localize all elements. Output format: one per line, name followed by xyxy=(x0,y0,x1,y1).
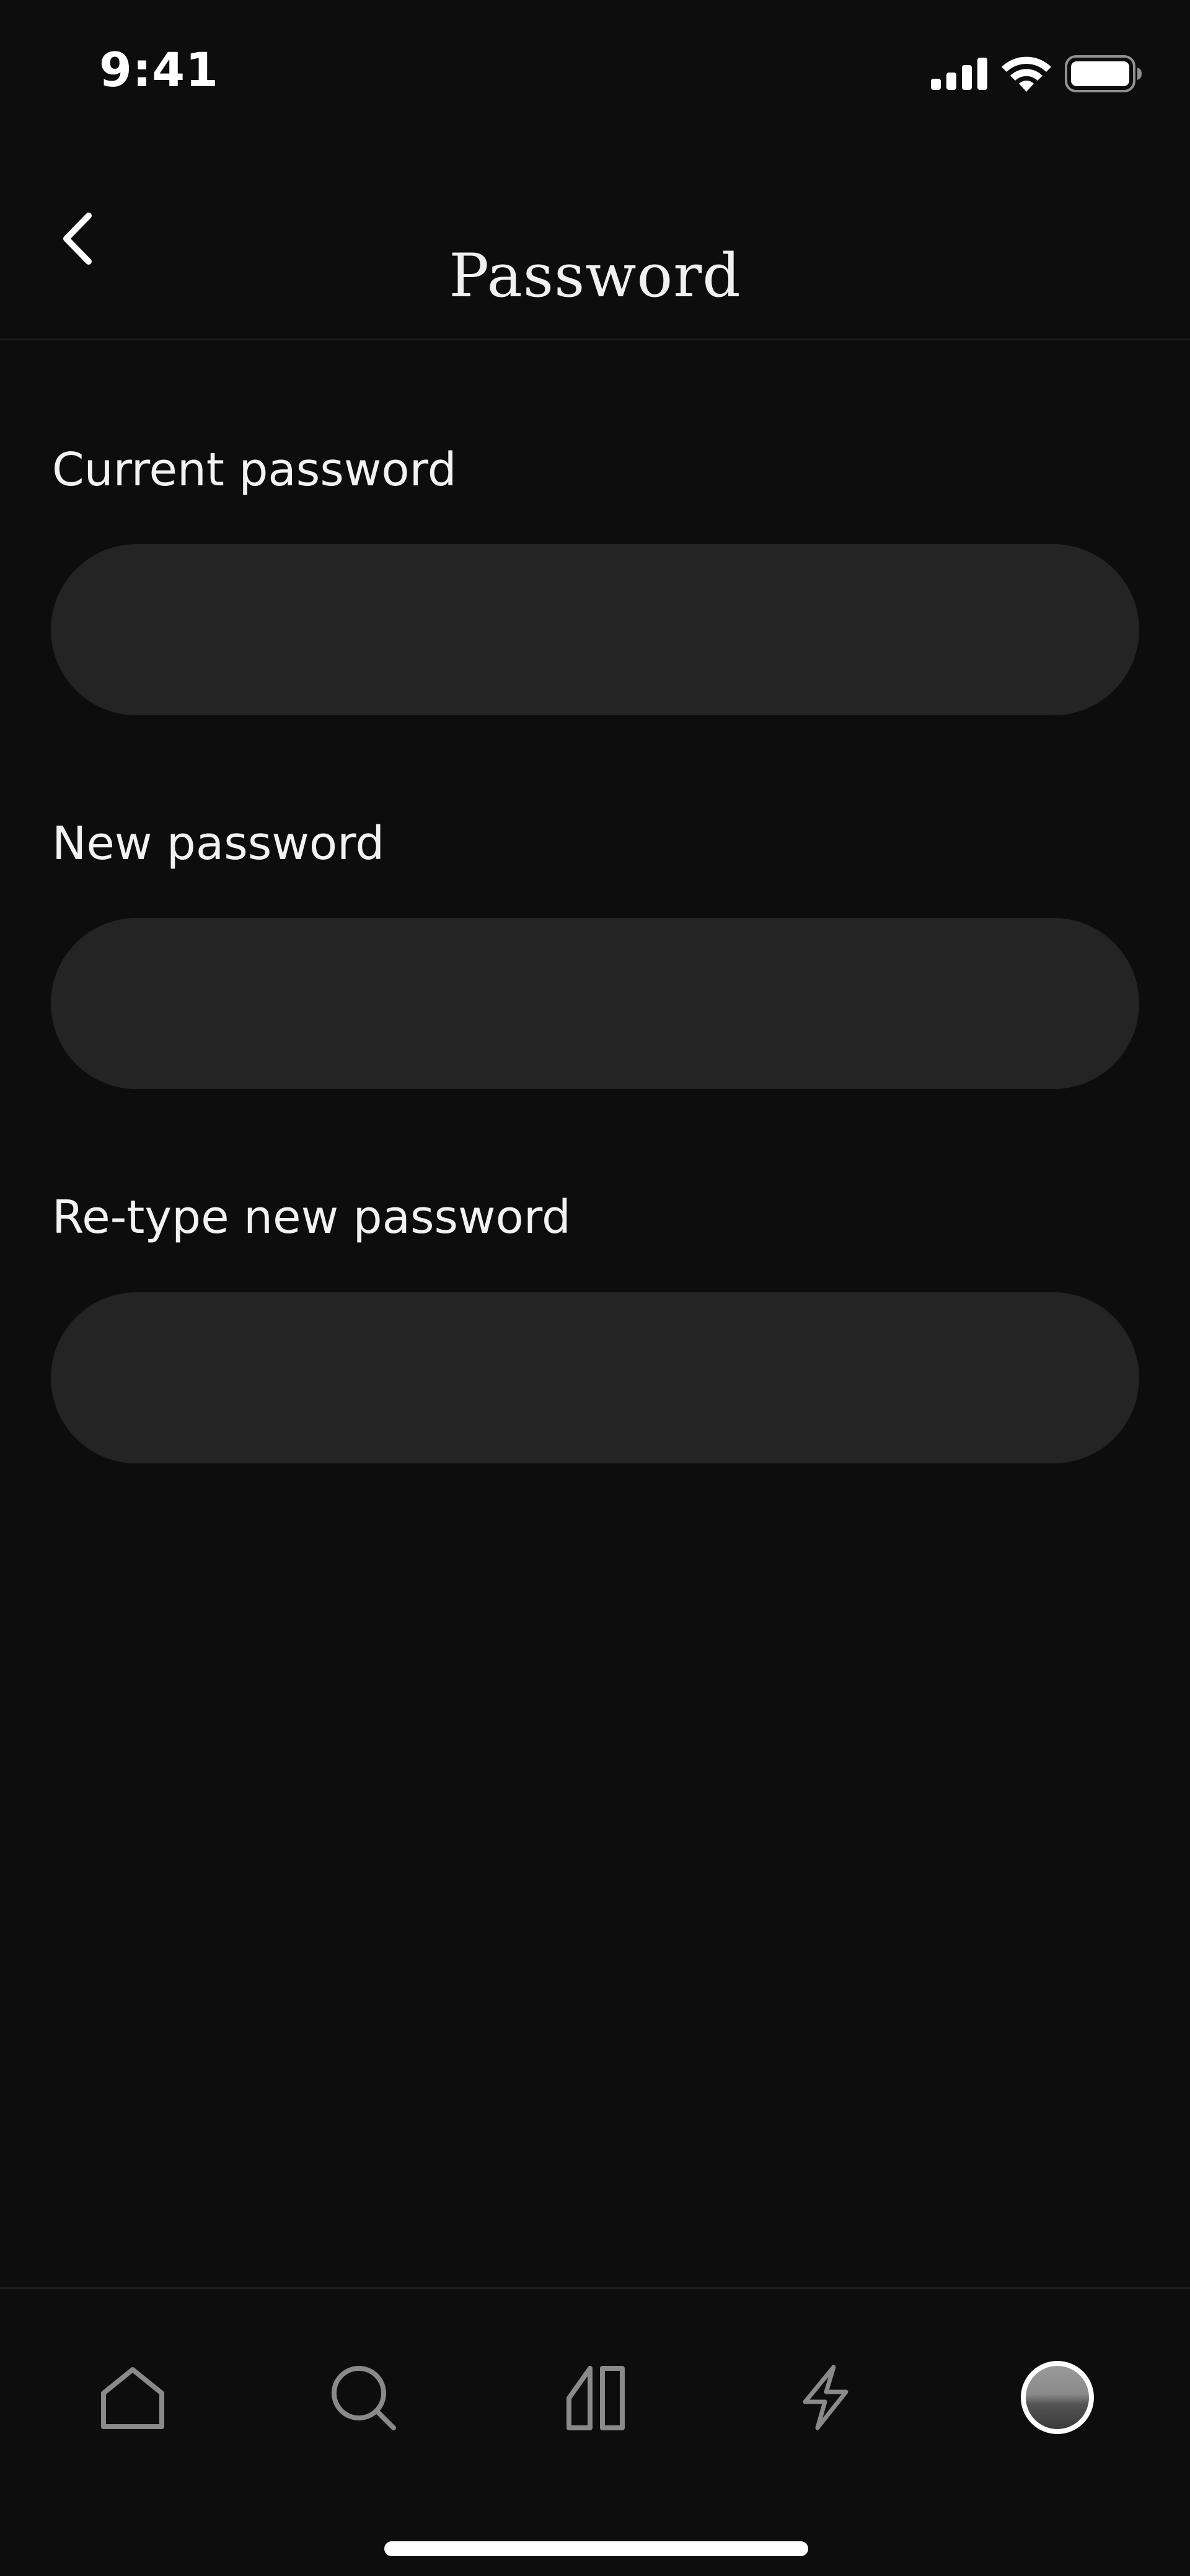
nav-header: Password xyxy=(0,143,1190,340)
tab-profile[interactable] xyxy=(1008,2345,1107,2450)
library-icon xyxy=(566,2366,625,2430)
home-indicator xyxy=(384,2541,808,2556)
search-icon xyxy=(332,2366,396,2430)
status-time: 9:41 xyxy=(99,42,219,97)
cellular-signal-icon xyxy=(931,58,987,90)
tab-library[interactable] xyxy=(547,2345,646,2450)
new-password-field[interactable] xyxy=(51,918,1139,1089)
lightning-icon xyxy=(803,2365,848,2430)
retype-password-field[interactable] xyxy=(51,1292,1139,1463)
tab-activity[interactable] xyxy=(776,2345,875,2450)
status-bar: 9:41 xyxy=(0,0,1190,143)
wifi-icon xyxy=(1002,56,1051,92)
battery-icon xyxy=(1065,55,1142,92)
page-title: Password xyxy=(449,241,741,311)
avatar xyxy=(1021,2361,1094,2434)
status-icons xyxy=(931,52,1143,95)
tab-home[interactable] xyxy=(83,2345,182,2450)
retype-password-label: Re-type new password xyxy=(52,1191,571,1244)
new-password-label: New password xyxy=(52,817,385,870)
current-password-label: Current password xyxy=(52,443,457,496)
current-password-field[interactable] xyxy=(51,544,1139,715)
home-icon xyxy=(101,2367,164,2429)
tab-bar xyxy=(0,2287,1190,2576)
tab-search[interactable] xyxy=(314,2345,413,2450)
